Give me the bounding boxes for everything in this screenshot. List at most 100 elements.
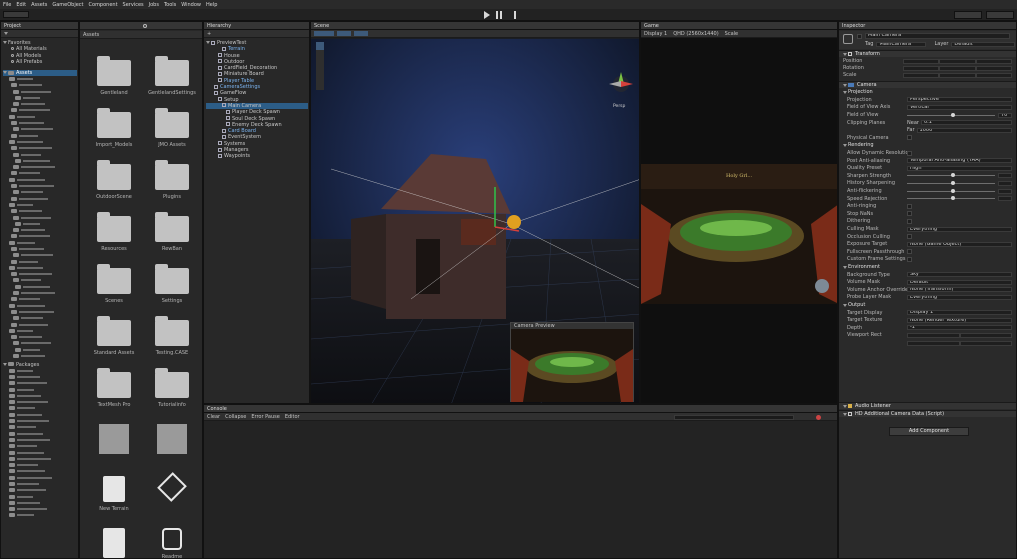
asset-tile[interactable]: Testing.CASE <box>148 316 196 356</box>
scale-x[interactable] <box>903 72 940 78</box>
property-checkbox[interactable] <box>907 203 912 209</box>
account-button[interactable] <box>3 11 29 18</box>
rect-field[interactable] <box>907 340 960 346</box>
inspector-tab[interactable]: Inspector <box>839 22 1016 30</box>
property-value[interactable]: -1 <box>907 325 1012 331</box>
property-value[interactable]: 1000 <box>916 127 1012 133</box>
hierarchy-item-waypoints[interactable]: Waypoints <box>206 153 308 159</box>
property-value[interactable]: 0.1 <box>920 120 1012 126</box>
menu-file[interactable]: File <box>3 2 11 8</box>
add-component-button[interactable]: Add Component <box>889 427 969 436</box>
asset-tile[interactable]: Import_Models <box>90 108 138 148</box>
scale-slider[interactable]: Scale <box>725 31 738 37</box>
console-collapse-button[interactable]: Collapse <box>225 414 246 420</box>
layers-dropdown[interactable] <box>954 11 982 19</box>
menu-jobs[interactable]: Jobs <box>149 2 159 8</box>
display-dropdown[interactable]: Display 1 <box>644 31 667 37</box>
property-slider[interactable] <box>907 180 995 185</box>
property-checkbox[interactable] <box>907 218 912 224</box>
hierarchy-tab[interactable]: Hierarchy <box>204 22 309 30</box>
position-y[interactable] <box>939 58 976 64</box>
game-tab[interactable]: Game <box>641 22 837 30</box>
console-clear-button[interactable]: Clear <box>207 414 220 420</box>
property-checkbox[interactable] <box>907 234 912 240</box>
property-slider[interactable] <box>907 196 995 201</box>
play-icon[interactable] <box>484 11 490 19</box>
property-value[interactable]: Perspective <box>907 97 1012 103</box>
property-checkbox[interactable] <box>907 256 912 262</box>
console-error-pause-button[interactable]: Error Pause <box>251 414 279 420</box>
light-gizmo[interactable] <box>507 215 521 229</box>
property-value[interactable]: None (Render Texture) <box>907 317 1012 323</box>
property-value[interactable] <box>998 188 1012 194</box>
property-checkbox[interactable] <box>907 150 912 156</box>
step-icon[interactable] <box>509 11 516 19</box>
menu-services[interactable]: Services <box>123 2 144 8</box>
rotation-y[interactable] <box>939 65 976 71</box>
menu-tools[interactable]: Tools <box>164 2 176 8</box>
transform-header[interactable]: Transform <box>839 50 1016 57</box>
move-tool-icon[interactable] <box>316 42 324 50</box>
property-checkbox[interactable] <box>907 249 912 255</box>
property-value[interactable] <box>998 180 1012 186</box>
camera-header[interactable]: Camera <box>839 81 1016 88</box>
rect-field[interactable] <box>907 332 960 338</box>
property-slider[interactable] <box>907 112 995 117</box>
asset-tile[interactable]: Resources <box>90 212 138 252</box>
resolution-dropdown[interactable]: QHD (2560x1440) <box>673 31 718 37</box>
property-value[interactable]: None (Game Object) <box>907 241 1012 247</box>
property-value[interactable]: Temporal Anti-aliasing (TAA) <box>907 158 1012 164</box>
asset-tile[interactable]: OutdoorScene <box>90 160 138 200</box>
property-value[interactable]: Display 1 <box>907 310 1012 316</box>
asset-tile[interactable]: RewBan <box>148 212 196 252</box>
output-section-foldout[interactable]: Output <box>843 302 1012 309</box>
asset-tile[interactable] <box>90 424 138 464</box>
asset-tile[interactable] <box>148 472 196 508</box>
menu-assets[interactable]: Assets <box>31 2 47 8</box>
property-value[interactable]: Default <box>907 279 1012 285</box>
menu-edit[interactable]: Edit <box>16 2 26 8</box>
project-tab[interactable]: Project <box>1 22 78 30</box>
environment-section-foldout[interactable]: Environment <box>843 264 1012 271</box>
error-counter-icon[interactable] <box>816 415 821 420</box>
pause-icon[interactable] <box>496 11 502 19</box>
menu-window[interactable]: Window <box>181 2 201 8</box>
2d-toggle[interactable] <box>337 31 351 36</box>
draw-mode-dropdown[interactable] <box>314 31 334 36</box>
create-dropdown-icon[interactable] <box>4 32 8 35</box>
scene-tab[interactable]: Scene <box>311 22 639 30</box>
property-value[interactable]: Vertical <box>907 104 1012 110</box>
asset-tile[interactable]: Gentleland <box>90 56 138 96</box>
active-checkbox[interactable] <box>857 34 862 39</box>
property-value[interactable] <box>998 173 1012 179</box>
console-search-input[interactable] <box>674 415 794 420</box>
search-icon[interactable] <box>143 23 147 28</box>
property-value[interactable]: Everything <box>907 294 1012 300</box>
layer-dropdown[interactable]: Default <box>951 41 1015 47</box>
console-editor-button[interactable]: Editor <box>285 414 300 420</box>
breadcrumb-assets[interactable]: Assets <box>83 32 99 38</box>
object-name-field[interactable]: Main Camera <box>865 33 1010 39</box>
asset-tile[interactable] <box>148 424 196 464</box>
asset-tile[interactable]: Readme <box>148 528 196 558</box>
gizmos-dropdown[interactable] <box>354 31 368 36</box>
asset-tile[interactable]: Scenes <box>90 264 138 304</box>
asset-tile[interactable]: ReadMe <box>90 528 138 558</box>
add-icon[interactable]: + <box>207 31 211 37</box>
menu-help[interactable]: Help <box>206 2 217 8</box>
layout-dropdown[interactable] <box>986 11 1014 19</box>
property-value[interactable]: Everything <box>907 226 1012 232</box>
favorite-item[interactable]: All Prefabs <box>3 59 77 65</box>
asset-tile[interactable]: Plugins <box>148 160 196 200</box>
asset-tile[interactable]: Standard Assets <box>90 316 138 356</box>
property-checkbox[interactable] <box>907 135 912 141</box>
folder-item[interactable] <box>3 513 77 519</box>
audio-listener-header[interactable]: Audio Listener <box>839 402 1016 409</box>
menu-component[interactable]: Component <box>89 2 118 8</box>
property-value[interactable]: Sky <box>907 272 1012 278</box>
rect-field[interactable] <box>959 332 1012 338</box>
asset-tile[interactable]: GentlelandSettings <box>148 56 196 96</box>
property-value[interactable] <box>998 196 1012 202</box>
position-z[interactable] <box>975 58 1012 64</box>
tag-dropdown[interactable]: MainCamera <box>876 41 927 47</box>
